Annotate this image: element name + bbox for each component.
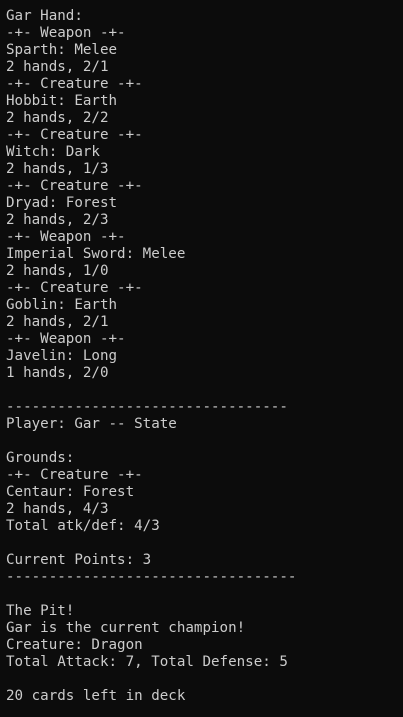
card-stats: 2 hands, 2/2 — [6, 110, 109, 126]
terminal-output: Gar Hand: -+- Weapon -+- Sparth: Melee 2… — [6, 8, 403, 705]
card-header: -+- Creature -+- — [6, 280, 143, 296]
pit-totals: Total Attack: 7, Total Defense: 5 — [6, 654, 288, 670]
total-atk-def: Total atk/def: 4/3 — [6, 518, 160, 534]
card-header: -+- Weapon -+- — [6, 25, 126, 41]
card-header: -+- Weapon -+- — [6, 229, 126, 245]
card-header: -+- Weapon -+- — [6, 331, 126, 347]
card-header: -+- Creature -+- — [6, 127, 143, 143]
card-name: Sparth: Melee — [6, 42, 118, 58]
card-name: Centaur: Forest — [6, 484, 135, 500]
card-stats: 1 hands, 2/0 — [6, 365, 109, 381]
champion-line: Gar is the current champion! — [6, 620, 246, 636]
hand-title: Gar Hand: — [6, 8, 83, 24]
pit-creature: Creature: Dragon — [6, 637, 143, 653]
card-name: Hobbit: Earth — [6, 93, 118, 109]
card-name: Goblin: Earth — [6, 297, 118, 313]
state-title: Player: Gar -- State — [6, 416, 177, 432]
current-points: Current Points: 3 — [6, 552, 152, 568]
card-header: -+- Creature -+- — [6, 467, 143, 483]
grounds-label: Grounds: — [6, 450, 75, 466]
card-stats: 2 hands, 1/0 — [6, 263, 109, 279]
pit-title: The Pit! — [6, 603, 75, 619]
card-header: -+- Creature -+- — [6, 178, 143, 194]
card-stats: 2 hands, 2/3 — [6, 212, 109, 228]
card-name: Witch: Dark — [6, 144, 100, 160]
divider-top: --------------------------------- — [6, 399, 288, 415]
card-name: Dryad: Forest — [6, 195, 118, 211]
card-name: Imperial Sword: Melee — [6, 246, 186, 262]
card-stats: 2 hands, 2/1 — [6, 59, 109, 75]
card-stats: 2 hands, 2/1 — [6, 314, 109, 330]
card-name: Javelin: Long — [6, 348, 118, 364]
card-stats: 2 hands, 1/3 — [6, 161, 109, 177]
deck-remaining: 20 cards left in deck — [6, 688, 186, 704]
card-header: -+- Creature -+- — [6, 76, 143, 92]
card-stats: 2 hands, 4/3 — [6, 501, 109, 517]
divider-bottom: ---------------------------------- — [6, 569, 297, 585]
